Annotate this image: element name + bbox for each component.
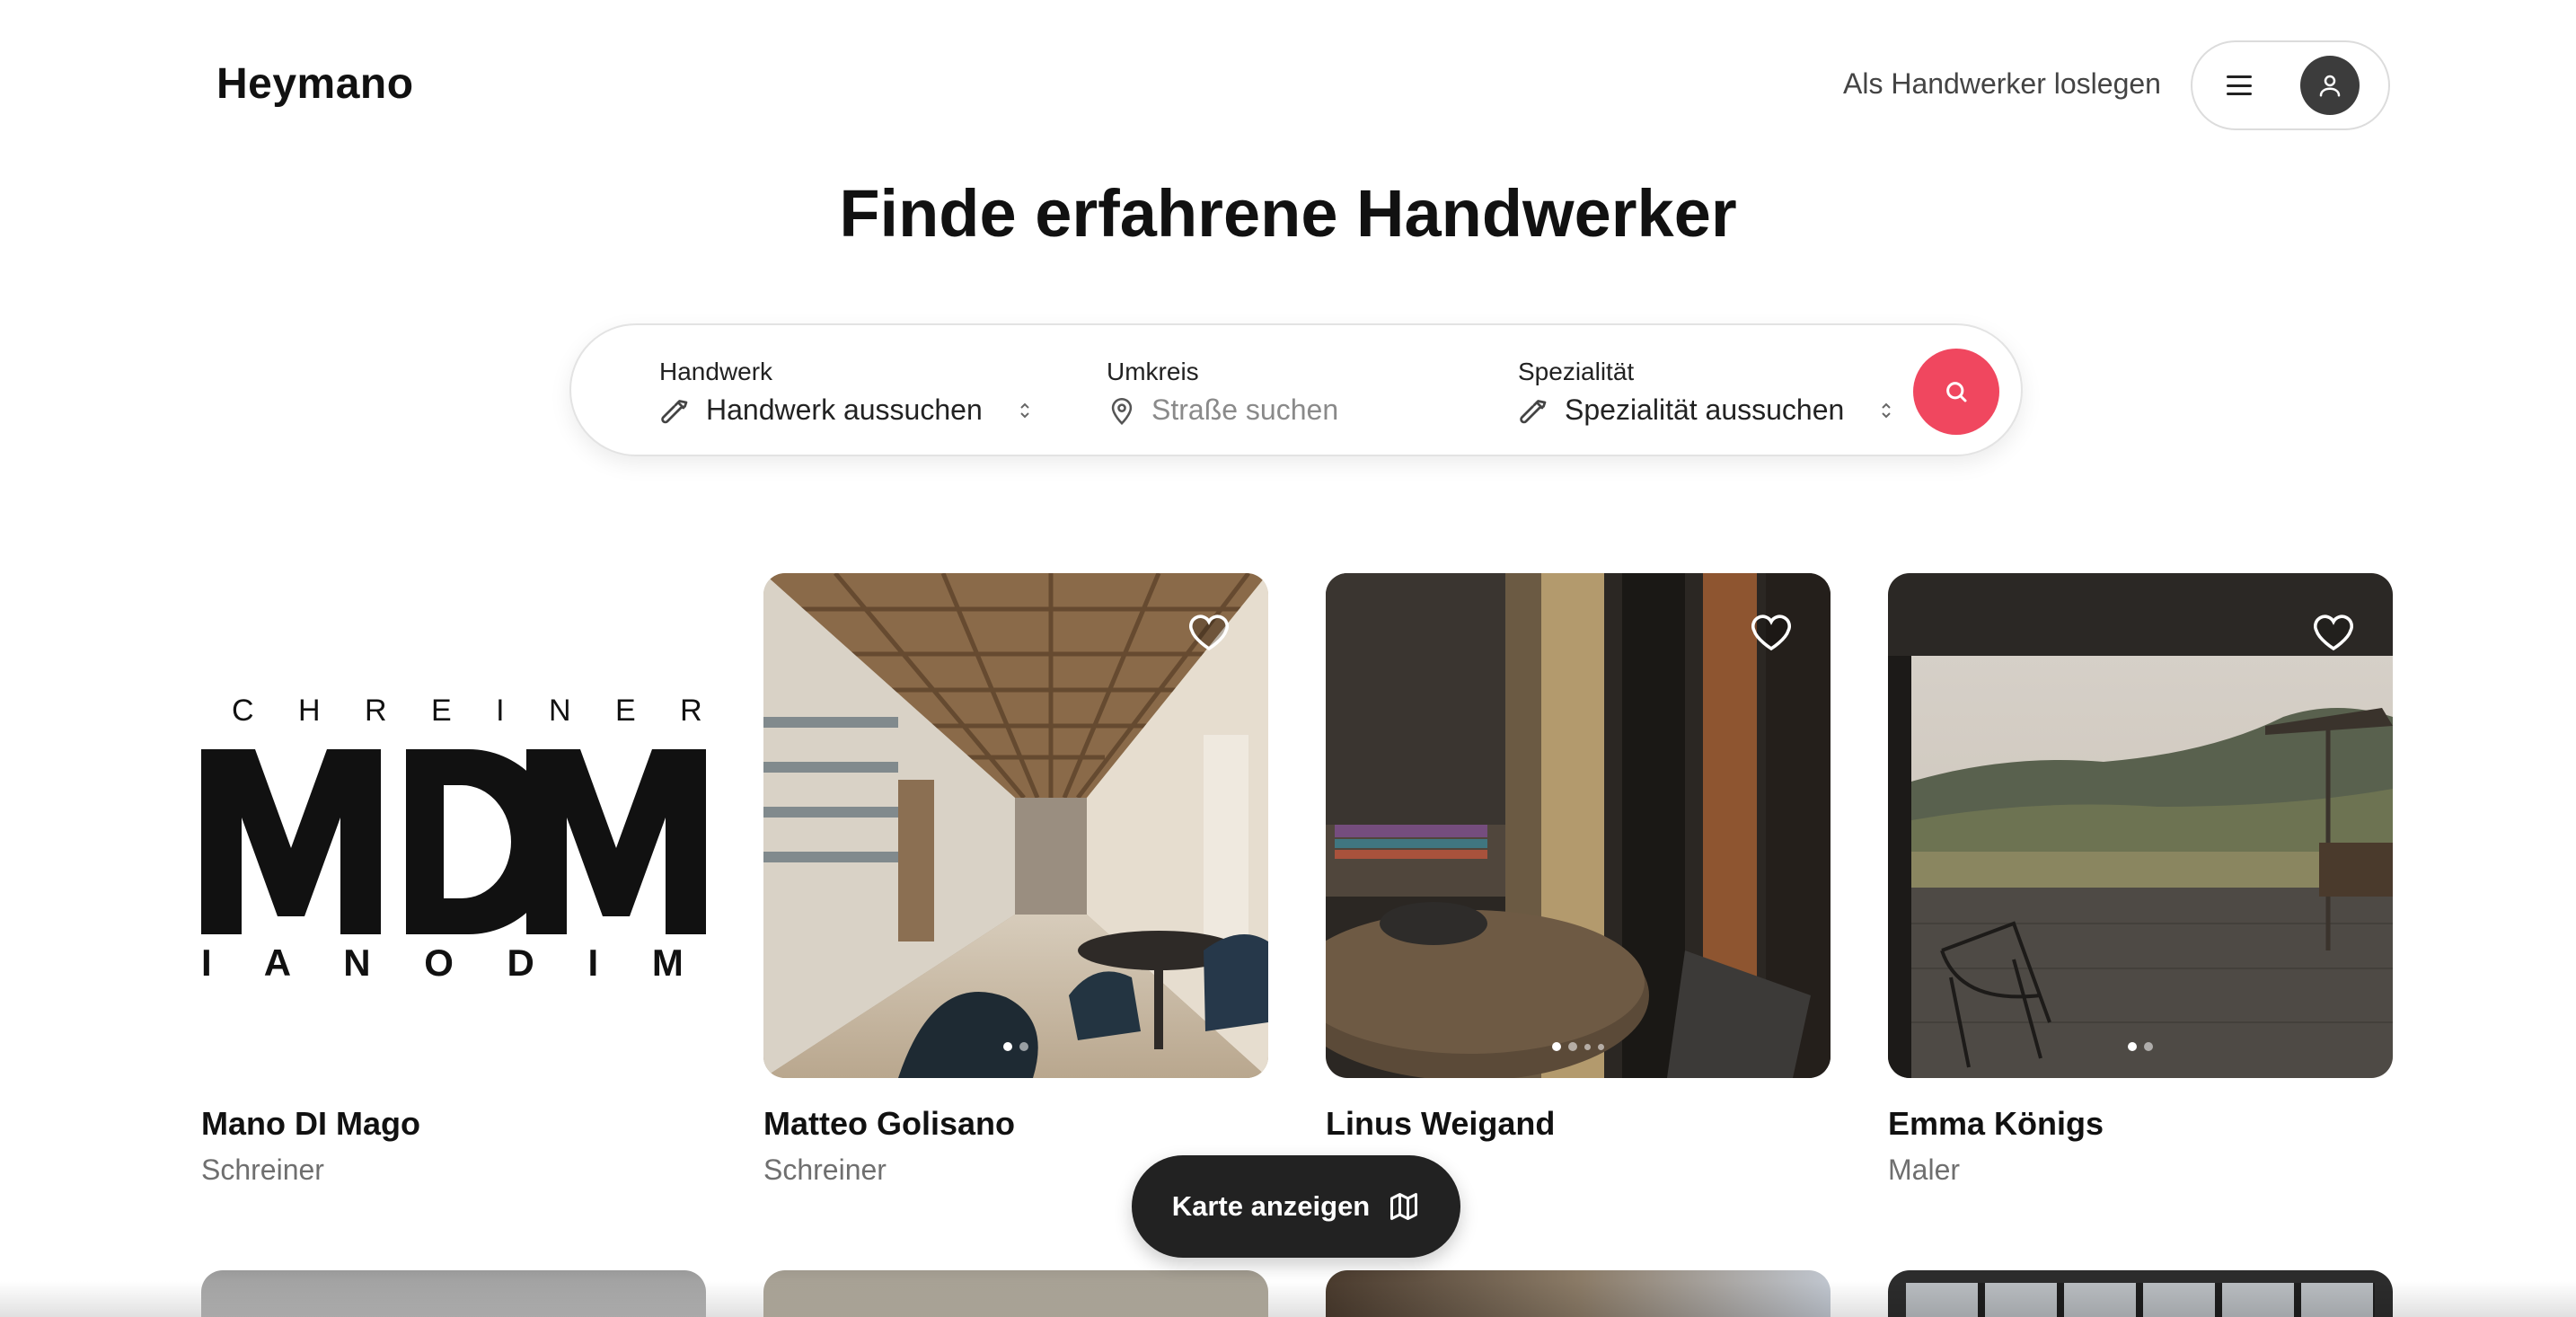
show-map-button[interactable]: Karte anzeigen [1132,1155,1460,1258]
carousel-dots[interactable] [2128,1042,2153,1051]
spezialitaet-field[interactable]: Spezialität Spezialität aussuchen [1518,358,1892,427]
listing-name: Linus Weigand [1326,1105,1556,1142]
search-bar: Handwerk Handwerk aussuchen Umkreis Stra… [569,323,2023,456]
chevron-updown-icon [1880,400,1892,421]
street-search-input[interactable]: Straße suchen [1151,393,1338,427]
listing-trade: Schreiner [763,1153,887,1186]
search-button[interactable] [1913,349,1999,435]
chevron-updown-icon [1019,400,1031,421]
listing-name: Mano DI Mago [201,1105,420,1142]
listing-photo [1888,573,2393,1078]
listing-photo [763,573,1268,1078]
show-map-label: Karte anzeigen [1171,1190,1371,1222]
spezialitaet-select[interactable]: Spezialität aussuchen [1565,393,1844,427]
listing-photo [1326,573,1831,1078]
logo-mark [201,749,706,934]
listing-logo-image: C H R E I N E R E I A N O D I M A G [201,573,706,1078]
spezialitaet-label: Spezialität [1518,358,1635,385]
listing-name: Matteo Golisano [763,1105,1016,1142]
logo[interactable]: Heymano [216,59,414,109]
listing-card[interactable]: Matteo Golisano Schreiner [763,573,1268,1186]
favorite-heart-icon[interactable] [1187,613,1231,652]
location-pin-icon [1111,397,1133,425]
favorite-heart-icon[interactable] [2312,613,2355,652]
listing-trade: Maler [1888,1153,1961,1186]
handwerk-select[interactable]: Handwerk aussuchen [706,393,983,427]
umkreis-field[interactable]: Umkreis Straße suchen [1107,358,1338,427]
favorite-heart-icon[interactable] [1750,613,1793,652]
carousel-dots[interactable] [1003,1042,1028,1051]
listing-name: Emma Königs [1888,1105,2104,1142]
map-icon [1390,1193,1418,1220]
carousel-dots[interactable] [1552,1042,1604,1051]
listing-trade: Schreiner [201,1153,324,1186]
page-title: Finde erfahrene Handwerker [839,176,1737,251]
become-craftsman-link[interactable]: Als Handwerker loslegen [1843,67,2161,101]
user-menu-button[interactable] [2191,40,2390,130]
logo-bottom-text: I A N O D I M A G [201,941,706,984]
listing-card[interactable]: Emma Königs Maler [1888,573,2393,1186]
bottom-fade [0,1281,2576,1317]
hamburger-menu-icon [2227,75,2252,95]
page: Heymano Als Handwerker loslegen Finde er… [0,0,2576,1317]
hammer-icon [1520,399,1547,423]
user-icon [2319,75,2341,97]
handwerk-label: Handwerk [659,358,773,385]
handwerk-field[interactable]: Handwerk Handwerk aussuchen [659,358,1031,427]
listing-card[interactable]: Linus Weigand [1326,573,1831,1142]
avatar [2300,56,2360,115]
logo-top-text: C H R E I N E R E [232,694,706,728]
search-icon [1946,382,1967,402]
umkreis-label: Umkreis [1107,358,1199,385]
listing-card[interactable]: C H R E I N E R E I A N O D I M A G Mano… [201,573,706,1186]
hammer-icon [661,399,688,423]
